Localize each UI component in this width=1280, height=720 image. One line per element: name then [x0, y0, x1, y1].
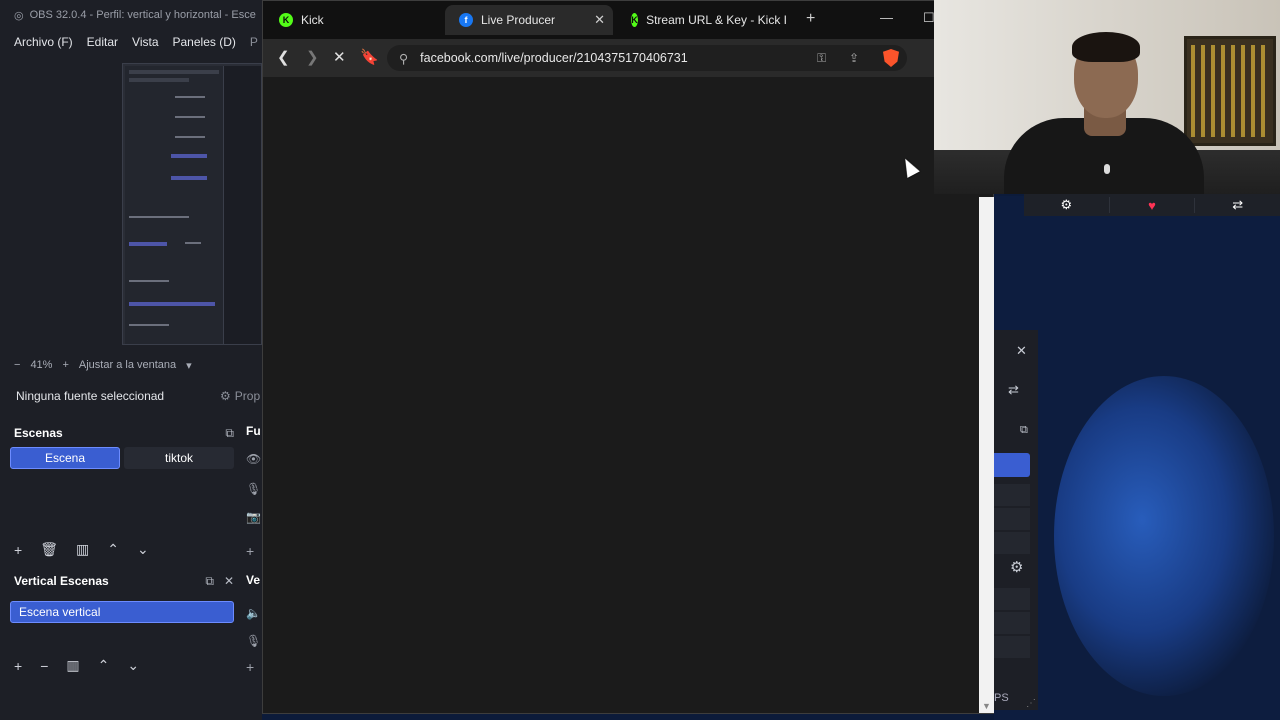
obs-secondary-dock: ✕ ⇄ ⧉ ⚙ PS ⋰	[994, 330, 1038, 710]
url-text: facebook.com/live/producer/2104375170406…	[420, 51, 688, 65]
vertical-scenes-dock-title: Vertical Escenas ⧉ ✕	[14, 573, 234, 589]
tab-kick[interactable]: K Kick	[265, 5, 435, 35]
key-icon[interactable]: ⚿	[817, 51, 826, 66]
zoom-out-button[interactable]: −	[14, 359, 20, 371]
stop-loading-button[interactable]: ✕	[333, 48, 346, 66]
swap-icon[interactable]: ⇄	[1195, 197, 1280, 213]
bookmark-icon[interactable]: 🔖	[360, 48, 379, 66]
scene-tiktok[interactable]: tiktok	[124, 447, 234, 469]
sources-dock-title: Fu	[246, 424, 261, 438]
browser-window: K Kick f Live Producer ✕ K Stream URL & …	[262, 0, 995, 714]
no-source-label: Ninguna fuente seleccionad	[16, 389, 165, 403]
list-item[interactable]	[994, 612, 1030, 634]
move-up-button[interactable]: ⌃	[107, 541, 119, 558]
scroll-down-icon[interactable]: ▼	[982, 701, 991, 711]
menu-editar[interactable]: Editar	[87, 35, 118, 49]
obs-preview-canvas[interactable]	[122, 63, 262, 345]
chevron-down-icon[interactable]: ▾	[186, 359, 192, 372]
webcam-overlay	[934, 0, 1280, 194]
eye-icon[interactable]: 👁	[246, 452, 262, 466]
obs-logo-icon: ◎	[14, 9, 24, 22]
menu-vista[interactable]: Vista	[132, 35, 158, 49]
heart-icon[interactable]: ♥	[1110, 197, 1196, 213]
close-tab-icon[interactable]: ✕	[594, 12, 605, 28]
filters-icon[interactable]: ▥	[66, 657, 79, 674]
filters-icon[interactable]: ▥	[76, 541, 89, 558]
minimize-icon[interactable]: —	[880, 10, 893, 25]
kick-icon: K	[279, 13, 293, 27]
new-tab-button[interactable]: +	[806, 10, 815, 28]
speaker-icon[interactable]: 🔈	[246, 606, 262, 620]
list-item[interactable]	[994, 508, 1030, 530]
tab-live-producer[interactable]: f Live Producer ✕	[445, 5, 613, 35]
mic-icon[interactable]: 🎙	[246, 634, 262, 648]
share-icon[interactable]: ⇪	[849, 51, 859, 65]
vertical-scrollbar[interactable]: ▼	[979, 197, 994, 713]
close-icon[interactable]: ✕	[224, 574, 234, 589]
add-vertical-source-button[interactable]: +	[246, 659, 262, 675]
trash-icon[interactable]: 🗑	[40, 541, 58, 558]
undock-icon[interactable]: ⧉	[225, 426, 234, 441]
add-source-button[interactable]: +	[246, 543, 262, 559]
zoom-level: 41%	[30, 359, 53, 371]
site-info-icon[interactable]: ⚲	[399, 51, 408, 66]
selected-item[interactable]	[994, 453, 1030, 477]
kick-icon: K	[631, 13, 639, 27]
list-item[interactable]	[994, 484, 1030, 506]
scenes-toolbar: + 🗑 ▥ ⌃ ⌄	[14, 541, 149, 558]
desktop-screen: ◎ OBS 32.0.4 - Perfil: vertical y horizo…	[0, 0, 1280, 720]
list-item[interactable]	[994, 532, 1030, 554]
move-up-button[interactable]: ⌃	[98, 657, 110, 674]
move-down-button[interactable]: ⌄	[127, 657, 139, 674]
preview-mirror-side	[223, 66, 261, 344]
widget-bar: ⚙ ♥ ⇄	[1024, 194, 1280, 216]
obs-window: ◎ OBS 32.0.4 - Perfil: vertical y horizo…	[0, 0, 262, 720]
page-content	[263, 77, 979, 713]
gear-icon[interactable]: ⚙	[1024, 197, 1110, 213]
tab-strip: K Kick f Live Producer ✕ K Stream URL & …	[263, 1, 995, 39]
add-scene-button[interactable]: +	[14, 542, 22, 558]
obs-menubar: Archivo (F) Editar Vista Paneles (D) P	[0, 30, 262, 54]
undock-icon[interactable]: ⧉	[1020, 424, 1028, 437]
gear-icon: ⚙	[220, 389, 231, 403]
address-bar[interactable]: ⚲ facebook.com/live/producer/21043751704…	[387, 45, 907, 71]
gear-icon[interactable]: ⚙	[1010, 558, 1023, 576]
scene-escena-vertical[interactable]: Escena vertical	[10, 601, 234, 623]
forward-button[interactable]: ❯	[306, 48, 319, 66]
add-vertical-scene-button[interactable]: +	[14, 658, 22, 674]
list-item[interactable]	[994, 636, 1030, 658]
camera-icon[interactable]: 📷	[246, 510, 262, 524]
maximize-icon[interactable]: ☐	[923, 10, 935, 26]
tab-stream-url[interactable]: K Stream URL & Key - Kick I	[617, 5, 787, 35]
status-fragment: PS	[994, 692, 1009, 704]
vertical-scenes-toolbar: + − ▥ ⌃ ⌄	[14, 657, 139, 674]
scenes-dock-title: Escenas ⧉	[14, 425, 234, 441]
close-icon[interactable]: ✕	[1016, 343, 1027, 359]
facebook-icon: f	[459, 13, 473, 27]
undock-icon[interactable]: ⧉	[205, 574, 214, 589]
remove-vertical-scene-button[interactable]: −	[40, 658, 48, 674]
vertical-sources-dock-title: Ve	[246, 573, 261, 587]
obs-title: OBS 32.0.4 - Perfil: vertical y horizont…	[29, 9, 256, 21]
menu-paneles[interactable]: Paneles (D)	[173, 35, 236, 49]
move-down-button[interactable]: ⌄	[137, 541, 149, 558]
obs-titlebar: ◎ OBS 32.0.4 - Perfil: vertical y horizo…	[0, 0, 262, 30]
menu-archivo[interactable]: Archivo (F)	[14, 35, 73, 49]
list-item[interactable]	[994, 588, 1030, 610]
source-toolbar: Ninguna fuente seleccionad ⚙ Prop	[0, 382, 262, 410]
zoom-bar: − 41% + Ajustar a la ventana ▾	[0, 354, 262, 376]
swap-icon[interactable]: ⇄	[1008, 382, 1019, 398]
fit-window-button[interactable]: Ajustar a la ventana	[79, 359, 176, 371]
resize-grip-icon[interactable]: ⋰	[1026, 698, 1036, 709]
back-button[interactable]: ❮	[277, 48, 290, 66]
scene-escena[interactable]: Escena	[10, 447, 120, 469]
zoom-in-button[interactable]: +	[62, 359, 68, 371]
menu-more[interactable]: P	[250, 35, 258, 49]
properties-button[interactable]: ⚙ Prop	[220, 389, 260, 403]
preview-mirror	[125, 66, 223, 344]
mic-icon[interactable]: 🎙	[246, 482, 262, 496]
